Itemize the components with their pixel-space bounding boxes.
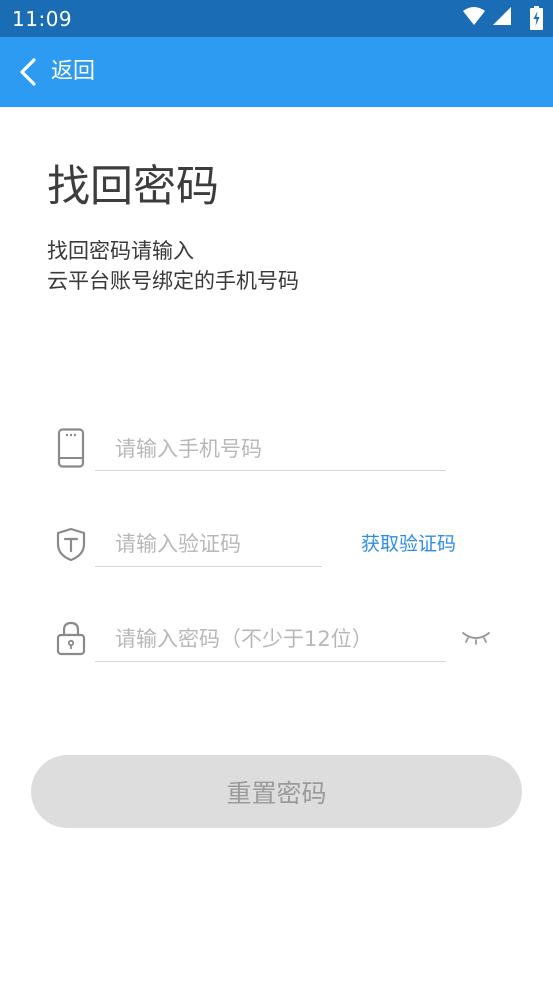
subtitle-line-2: 云平台账号绑定的手机号码: [47, 269, 299, 293]
reset-password-button[interactable]: 重置密码: [31, 755, 522, 828]
cellular-signal-icon: [493, 7, 511, 25]
wifi-icon: [463, 7, 485, 25]
eye-closed-icon[interactable]: [461, 630, 491, 646]
phone-input[interactable]: [95, 428, 446, 471]
page-subtitle: 找回密码请输入 云平台账号绑定的手机号码: [47, 236, 299, 296]
battery-charging-icon: [530, 6, 543, 30]
status-bar: 11:09: [0, 0, 553, 37]
lock-icon: [56, 621, 86, 656]
app-bar: 返回: [0, 37, 553, 107]
status-time: 11:09: [12, 7, 73, 31]
password-input[interactable]: [95, 617, 446, 662]
get-code-button[interactable]: 获取验证码: [361, 530, 456, 558]
phone-icon: [57, 428, 85, 468]
verification-code-input[interactable]: [95, 522, 322, 567]
shield-icon: [56, 527, 86, 562]
back-button[interactable]: 返回: [14, 54, 124, 90]
subtitle-line-1: 找回密码请输入: [47, 239, 194, 263]
page-title: 找回密码: [47, 162, 219, 212]
chevron-left-icon: [20, 58, 36, 86]
back-label: 返回: [51, 59, 96, 84]
